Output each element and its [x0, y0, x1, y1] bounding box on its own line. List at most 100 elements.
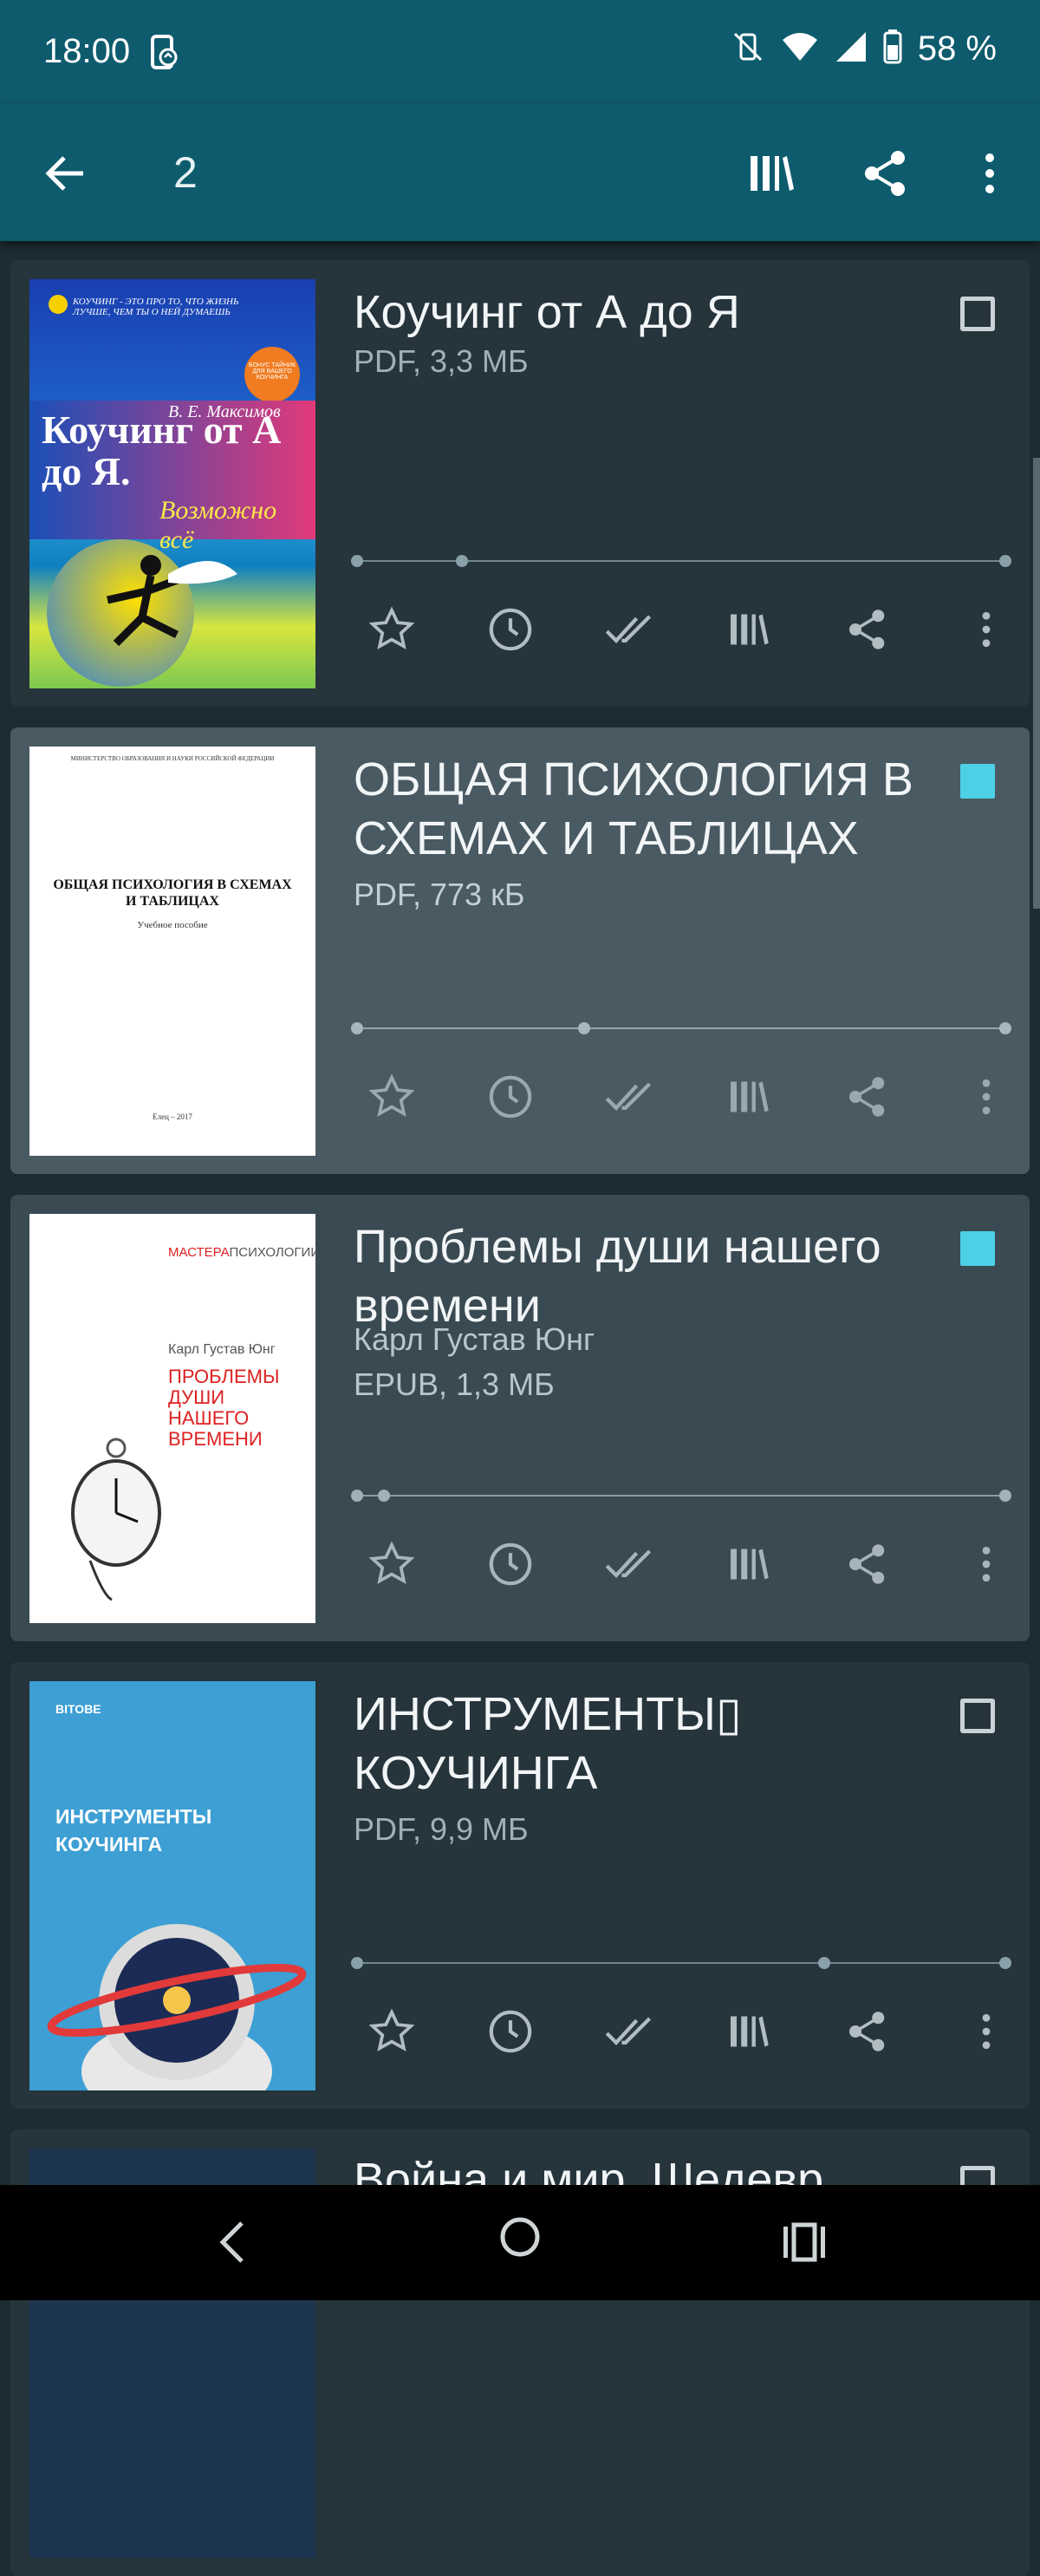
library-icon — [730, 1081, 769, 1112]
clock-icon — [489, 1075, 532, 1118]
share-icon — [848, 610, 884, 649]
more-vert-icon — [982, 1546, 991, 1582]
share-button[interactable] — [858, 146, 913, 201]
book-card[interactable]: МИНИСТЕРСТВО ОБРАЗОВАНИЯ И НАУКИ РОССИЙС… — [10, 727, 1030, 1174]
back-button[interactable] — [38, 146, 94, 201]
clock-icon — [489, 608, 532, 651]
share-icon — [848, 1544, 884, 1584]
share-book-button[interactable] — [833, 1529, 902, 1599]
done-all-icon — [606, 1082, 652, 1111]
select-checkbox[interactable] — [960, 1699, 995, 1733]
share-book-button[interactable] — [833, 595, 902, 664]
card-actions — [357, 1997, 1021, 2066]
read-progress — [351, 1490, 1011, 1502]
book-meta: PDF, 9,9 МБ — [354, 1811, 529, 1847]
library-icon — [751, 156, 794, 191]
select-checkbox[interactable] — [960, 297, 995, 331]
book-menu-button[interactable] — [952, 1529, 1021, 1599]
book-cover: КОУЧИНГ - ЭТО ПРО ТО, ЧТО ЖИЗНЬ ЛУЧШЕ, Ч… — [29, 279, 315, 688]
clock-icon — [489, 2010, 532, 2053]
selection-count: 2 — [173, 148, 198, 197]
more-vert-icon — [982, 611, 991, 648]
library-icon — [730, 1549, 769, 1580]
book-meta: PDF, 3,3 МБ — [354, 343, 529, 379]
select-checkbox[interactable] — [960, 1231, 995, 1266]
system-nav-bar — [0, 2185, 1040, 2300]
book-meta: PDF, 773 кБ — [354, 877, 525, 912]
book-card[interactable]: BITOBE ИНСТРУМЕНТЫ КОУЧИНГА ИНСТРУМЕНТЫ▯… — [10, 1662, 1030, 2109]
favorite-button[interactable] — [357, 595, 426, 664]
nav-home-button[interactable] — [494, 2211, 546, 2267]
status-icons: 58 % — [731, 29, 997, 68]
overflow-menu-button[interactable] — [962, 146, 1017, 201]
nav-home-icon — [500, 2217, 540, 2257]
share-icon — [865, 151, 905, 196]
book-meta: EPUB, 1,3 МБ — [354, 1366, 555, 1402]
card-actions — [357, 595, 1021, 664]
book-title: ОБЩАЯ ПСИХОЛОГИЯ В СХЕМАХ И ТАБЛИЦАХ — [354, 753, 913, 864]
add-to-collection-button[interactable] — [744, 146, 799, 201]
collection-button[interactable] — [714, 1997, 783, 2066]
favorite-button[interactable] — [357, 1529, 426, 1599]
nav-back-icon — [219, 2221, 244, 2263]
more-vert-icon — [985, 153, 994, 193]
mark-read-button[interactable] — [595, 1529, 664, 1599]
collection-button[interactable] — [714, 595, 783, 664]
cover-logo-icon — [49, 295, 68, 314]
star-icon — [368, 1541, 415, 1584]
select-checkbox[interactable] — [960, 764, 995, 799]
star-icon — [368, 1073, 415, 1117]
book-card[interactable]: КОУЧИНГ - ЭТО ПРО ТО, ЧТО ЖИЗНЬ ЛУЧШЕ, Ч… — [10, 260, 1030, 707]
mark-read-button[interactable] — [595, 1062, 664, 1131]
nav-recents-button[interactable] — [780, 2218, 829, 2271]
share-book-button[interactable] — [833, 1062, 902, 1131]
mark-read-button[interactable] — [595, 1997, 664, 2066]
book-title: ИНСТРУМЕНТЫ▯ КОУЧИНГА — [354, 1688, 742, 1799]
battery-percent: 58 % — [917, 29, 997, 68]
share-icon — [848, 2012, 884, 2051]
mute-vibrate-icon — [731, 29, 765, 68]
scrollbar-thumb[interactable] — [1033, 458, 1040, 909]
read-progress — [351, 1957, 1011, 1969]
phone-sync-icon — [147, 33, 182, 75]
book-menu-button[interactable] — [952, 595, 1021, 664]
more-vert-icon — [982, 1079, 991, 1115]
favorite-button[interactable] — [357, 1997, 426, 2066]
star-icon — [368, 606, 415, 649]
card-actions — [357, 1529, 1021, 1599]
runner-figure — [107, 555, 237, 647]
share-icon — [848, 1077, 884, 1117]
book-card[interactable]: МАСТЕРАПСИХОЛОГИИ Карл Густав Юнг ПРОБЛЕ… — [10, 1195, 1030, 1641]
done-all-icon — [606, 615, 652, 643]
battery-icon — [883, 29, 902, 68]
book-cover: МАСТЕРАПСИХОЛОГИИ Карл Густав Юнг ПРОБЛЕ… — [29, 1214, 315, 1623]
arrow-back-icon — [45, 156, 83, 191]
status-time: 18:00 — [43, 32, 131, 70]
read-progress — [351, 555, 1011, 567]
nav-back-button[interactable] — [212, 2218, 256, 2271]
card-actions — [357, 1062, 1021, 1131]
book-menu-button[interactable] — [952, 1997, 1021, 2066]
read-progress — [351, 1022, 1011, 1034]
mark-read-button[interactable] — [595, 595, 664, 664]
astronaut-illustration — [47, 1924, 307, 2090]
book-title: Коучинг от А до Я — [354, 286, 740, 338]
collection-button[interactable] — [714, 1062, 783, 1131]
history-button[interactable] — [476, 1062, 545, 1131]
share-book-button[interactable] — [833, 1997, 902, 2066]
signal-icon — [835, 30, 868, 68]
history-button[interactable] — [476, 595, 545, 664]
history-button[interactable] — [476, 1997, 545, 2066]
book-cover: BITOBE ИНСТРУМЕНТЫ КОУЧИНГА — [29, 1681, 315, 2090]
library-icon — [730, 614, 769, 645]
app-bar: 2 — [0, 104, 1040, 241]
done-all-icon — [606, 1549, 652, 1578]
library-icon — [730, 2016, 769, 2047]
star-icon — [368, 2008, 415, 2051]
book-menu-button[interactable] — [952, 1062, 1021, 1131]
done-all-icon — [606, 2017, 652, 2045]
favorite-button[interactable] — [357, 1062, 426, 1131]
collection-button[interactable] — [714, 1529, 783, 1599]
nav-recents-icon — [783, 2222, 825, 2262]
history-button[interactable] — [476, 1529, 545, 1599]
